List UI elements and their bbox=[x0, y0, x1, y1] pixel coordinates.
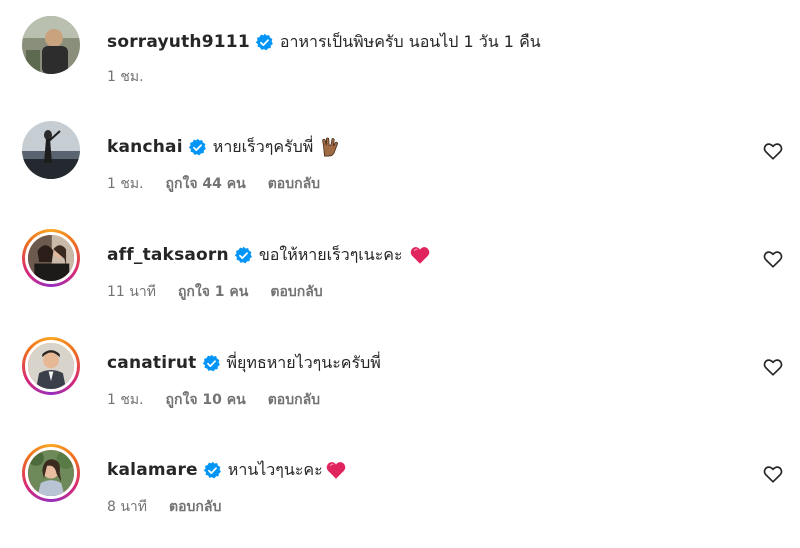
comment-item: kalamare หานไวๆนะคะ 8 นาที ตอบกลับ bbox=[0, 444, 800, 544]
likes-count[interactable]: ถูกใจ 44 คน bbox=[166, 173, 246, 195]
likes-count[interactable]: ถูกใจ 10 คน bbox=[166, 389, 246, 411]
reply-button[interactable]: ตอบกลับ bbox=[169, 496, 221, 518]
reply-button[interactable]: ตอบกลับ bbox=[268, 173, 320, 195]
comment-text: อาหารเป็นพิษครับ นอนไป 1 วัน 1 คืน bbox=[279, 32, 541, 51]
username[interactable]: canatirut bbox=[107, 351, 197, 375]
comment-item: aff_taksaorn ขอให้หายเร็วๆเนะคะ 11 นาที … bbox=[0, 229, 800, 329]
verified-badge-icon bbox=[255, 33, 274, 52]
comment-list: sorrayuth9111 อาหารเป็นพิษครับ นอนไป 1 ว… bbox=[0, 0, 800, 548]
red-heart-emoji-icon bbox=[409, 244, 431, 266]
username[interactable]: sorrayuth9111 bbox=[107, 30, 250, 54]
comment-time: 1 ชม. bbox=[107, 392, 144, 408]
comment-item: sorrayuth9111 อาหารเป็นพิษครับ นอนไป 1 ว… bbox=[0, 16, 800, 116]
reply-button[interactable]: ตอบกลับ bbox=[268, 389, 320, 411]
avatar[interactable] bbox=[22, 16, 80, 74]
comment-time: 1 ชม. bbox=[107, 176, 144, 192]
avatar-story-ring[interactable] bbox=[22, 337, 80, 395]
comment-item: kanchai หายเร็วๆครับพี่ 1 ชม. ถูกใจ 44 ค… bbox=[0, 121, 800, 221]
avatar-story-ring[interactable] bbox=[22, 444, 80, 502]
avatar-story-ring[interactable] bbox=[22, 229, 80, 287]
comment-text: ขอให้หายเร็วๆเนะคะ bbox=[258, 245, 403, 264]
like-heart-icon[interactable] bbox=[762, 463, 784, 485]
comment-time: 8 นาที bbox=[107, 499, 148, 515]
avatar[interactable] bbox=[22, 121, 80, 179]
like-heart-icon[interactable] bbox=[762, 140, 784, 162]
verified-badge-icon bbox=[188, 138, 207, 157]
verified-badge-icon bbox=[234, 246, 253, 265]
comment-time: 1 ชม. bbox=[107, 69, 144, 85]
comment-text: หานไวๆนะคะ bbox=[227, 460, 323, 479]
red-heart-emoji-icon bbox=[325, 459, 347, 481]
comment-time: 11 นาที bbox=[107, 284, 156, 300]
verified-badge-icon bbox=[202, 354, 221, 373]
verified-badge-icon bbox=[203, 461, 222, 480]
like-heart-icon[interactable] bbox=[762, 356, 784, 378]
vulcan-salute-emoji-icon bbox=[319, 136, 341, 158]
reply-button[interactable]: ตอบกลับ bbox=[270, 281, 322, 303]
comment-text: หายเร็วๆครับพี่ bbox=[212, 137, 314, 156]
like-heart-icon[interactable] bbox=[762, 248, 784, 270]
username[interactable]: kanchai bbox=[107, 135, 183, 159]
username[interactable]: aff_taksaorn bbox=[107, 243, 229, 267]
comment-text: พี่ยุทธหายไวๆนะครับพี่ bbox=[226, 353, 381, 372]
username[interactable]: kalamare bbox=[107, 458, 198, 482]
comment-item: canatirut พี่ยุทธหายไวๆนะครับพี่ 1 ชม. ถ… bbox=[0, 337, 800, 437]
likes-count[interactable]: ถูกใจ 1 คน bbox=[178, 281, 248, 303]
